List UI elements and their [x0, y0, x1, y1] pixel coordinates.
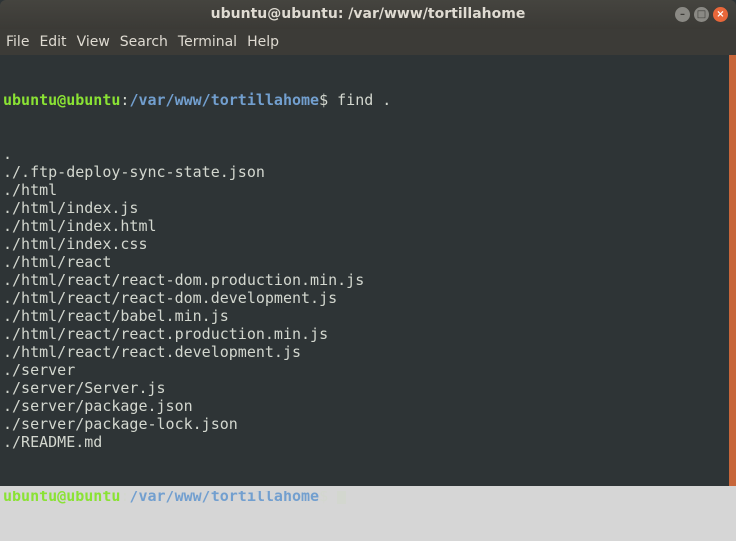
- output-line: ./html/react/react-dom.production.min.js: [3, 271, 365, 289]
- menu-bar: File Edit View Search Terminal Help: [0, 29, 736, 55]
- close-button[interactable]: ×: [713, 7, 728, 22]
- output-line: ./html: [3, 181, 58, 199]
- minimize-button[interactable]: –: [675, 7, 690, 22]
- terminal-window: ubuntu@ubuntu: /var/www/tortillahome – □…: [0, 0, 736, 505]
- output-line: ./html/react: [3, 253, 112, 271]
- output-line: ./server/Server.js: [3, 379, 166, 397]
- output-line: ./README.md: [3, 433, 103, 451]
- prompt-line: ubuntu@ubuntu:/var/www/tortillahome$ fin…: [3, 91, 729, 109]
- menu-terminal[interactable]: Terminal: [178, 29, 237, 50]
- maximize-button[interactable]: □: [694, 7, 709, 22]
- output-line: ./html/react/react.development.js: [3, 343, 302, 361]
- terminal-output[interactable]: ubuntu@ubuntu:/var/www/tortillahome$ fin…: [0, 55, 729, 505]
- output-line: ./server: [3, 361, 76, 379]
- scrollbar[interactable]: [729, 55, 736, 486]
- output-line: ./server/package-lock.json: [3, 415, 238, 433]
- output-line: ./html/react/babel.min.js: [3, 307, 229, 325]
- output-line: ./.ftp-deploy-sync-state.json: [3, 163, 265, 181]
- output-line: ./html/index.js: [3, 199, 139, 217]
- menu-help[interactable]: Help: [247, 29, 279, 50]
- menu-search[interactable]: Search: [120, 29, 168, 50]
- prompt-user-host: ubuntu@ubuntu: [3, 91, 121, 109]
- menu-file[interactable]: File: [6, 29, 29, 50]
- output-line: ./html/index.css: [3, 235, 148, 253]
- title-bar[interactable]: ubuntu@ubuntu: /var/www/tortillahome – □…: [0, 0, 736, 29]
- prompt-path: /var/www/tortillahome: [129, 91, 320, 109]
- prompt-symbol: $: [319, 91, 338, 109]
- menu-edit[interactable]: Edit: [39, 29, 66, 50]
- output-line: ./html/index.html: [3, 217, 157, 235]
- output-line: ./html/react/react-dom.development.js: [3, 289, 338, 307]
- output-line: ./html/react/react.production.min.js: [3, 325, 329, 343]
- bottom-edge: [0, 486, 736, 491]
- window-title: ubuntu@ubuntu: /var/www/tortillahome: [210, 6, 526, 22]
- menu-view[interactable]: View: [77, 29, 110, 50]
- command: find .: [337, 91, 392, 109]
- output-line: ./server/package.json: [3, 397, 193, 415]
- output-line: .: [3, 145, 13, 163]
